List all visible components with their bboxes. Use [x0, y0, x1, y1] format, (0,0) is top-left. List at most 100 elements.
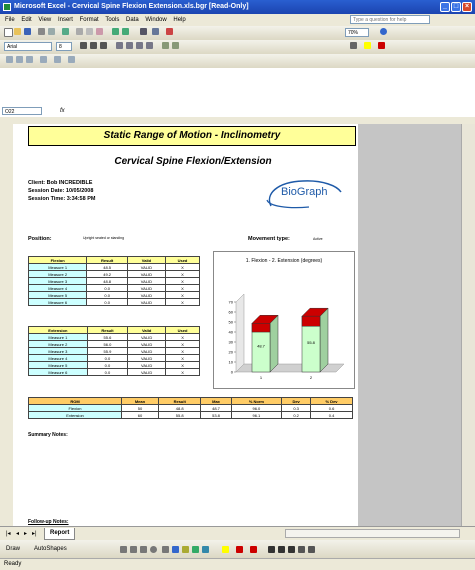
- menu-data[interactable]: Data: [126, 17, 139, 23]
- font-color-icon[interactable]: [378, 42, 385, 49]
- menu-view[interactable]: View: [38, 17, 51, 23]
- rom-chart[interactable]: 1. Flexion - 2. Extension (degrees) 70 60…: [213, 251, 355, 389]
- paste-icon[interactable]: [96, 28, 103, 35]
- y-tick-label: 70: [229, 300, 234, 305]
- table-cell: 0.0: [86, 284, 128, 292]
- prev-sheet-icon[interactable]: ◂: [16, 527, 19, 541]
- horizontal-scrollbar[interactable]: [285, 529, 460, 538]
- cut-icon[interactable]: [76, 28, 83, 35]
- clipart-icon[interactable]: [192, 546, 199, 553]
- table-cell: 50: [121, 404, 159, 412]
- percent-icon[interactable]: [172, 42, 179, 49]
- menu-tools[interactable]: Tools: [105, 17, 119, 23]
- table-header: % Dev: [310, 397, 353, 405]
- table-cell: Measure 1: [28, 333, 88, 341]
- vertical-scrollbar[interactable]: [461, 124, 475, 526]
- table-cell: Measure 4: [28, 354, 88, 362]
- client-name: Client: Bob INCREDIBLE: [28, 180, 93, 186]
- chart-svg: 70 60 50 40 30 20 10 0 48.7 1 55.8 2: [229, 293, 345, 380]
- line-style-icon[interactable]: [268, 546, 275, 553]
- menu-file[interactable]: File: [5, 17, 15, 23]
- first-sheet-icon[interactable]: |◂: [6, 527, 11, 541]
- merge-center-icon[interactable]: [146, 42, 153, 49]
- review-icon-1[interactable]: [6, 56, 13, 63]
- currency-icon[interactable]: [162, 42, 169, 49]
- italic-icon[interactable]: [90, 42, 97, 49]
- table-row: Measure 2 49.2 VALID X: [27, 270, 201, 278]
- sort-icon[interactable]: [152, 28, 159, 35]
- review-icon-2[interactable]: [16, 56, 23, 63]
- table-header: ROM: [28, 397, 122, 405]
- font-box[interactable]: Arial: [4, 42, 52, 51]
- fill-color-icon[interactable]: [364, 42, 371, 49]
- diagram-icon[interactable]: [182, 546, 189, 553]
- font-color-draw-icon[interactable]: [250, 546, 257, 553]
- bold-icon[interactable]: [80, 42, 87, 49]
- align-center-icon[interactable]: [126, 42, 133, 49]
- table-cell: 0.0: [86, 361, 129, 369]
- last-sheet-icon[interactable]: ▸|: [32, 527, 37, 541]
- line-color-draw-icon[interactable]: [236, 546, 243, 553]
- open-icon[interactable]: [14, 28, 21, 35]
- review-icon-5[interactable]: [54, 56, 61, 63]
- wordart-icon[interactable]: [172, 546, 179, 553]
- menu-help[interactable]: Help: [173, 17, 185, 23]
- draw-menu[interactable]: Draw: [6, 540, 20, 558]
- save-icon[interactable]: [24, 28, 31, 35]
- maximize-button[interactable]: □: [451, 2, 461, 12]
- table-cell: 55.8: [157, 411, 202, 419]
- copy-icon[interactable]: [86, 28, 93, 35]
- review-icon-3[interactable]: [26, 56, 33, 63]
- dash-style-icon[interactable]: [278, 546, 285, 553]
- print-icon[interactable]: [38, 28, 45, 35]
- align-right-icon[interactable]: [136, 42, 143, 49]
- redo-icon[interactable]: [122, 28, 129, 35]
- table-row: Measure 3 48.8 VALID X: [27, 277, 201, 285]
- help-icon[interactable]: [380, 28, 387, 35]
- shadow-icon[interactable]: [298, 546, 305, 553]
- menu-edit[interactable]: Edit: [21, 17, 31, 23]
- autoshapes-menu[interactable]: AutoShapes: [34, 540, 67, 558]
- tab-report[interactable]: Report: [44, 528, 76, 540]
- table-header: Used: [164, 256, 201, 264]
- next-sheet-icon[interactable]: ▸: [24, 527, 27, 541]
- underline-icon[interactable]: [100, 42, 107, 49]
- menu-format[interactable]: Format: [80, 17, 99, 23]
- chart-wizard-icon[interactable]: [166, 28, 173, 35]
- table-cell: VALID: [126, 291, 166, 299]
- y-tick-label: 20: [229, 350, 234, 355]
- status-bar: Ready: [0, 558, 475, 570]
- line-icon[interactable]: [120, 546, 127, 553]
- worksheet[interactable]: Static Range of Motion - Inclinometry Ce…: [13, 124, 358, 526]
- picture-icon[interactable]: [202, 546, 209, 553]
- new-icon[interactable]: [4, 28, 13, 37]
- print-preview-icon[interactable]: [48, 28, 55, 35]
- review-icon-4[interactable]: [40, 56, 47, 63]
- rectangle-icon[interactable]: [140, 546, 147, 553]
- zoom-box[interactable]: 70%: [345, 28, 369, 37]
- reviewing-toolbar: [0, 54, 475, 69]
- autosum-icon[interactable]: [140, 28, 147, 35]
- font-size-box[interactable]: 8: [56, 42, 72, 51]
- review-icon-6[interactable]: [68, 56, 75, 63]
- oval-icon[interactable]: [150, 546, 157, 553]
- spelling-icon[interactable]: [62, 28, 69, 35]
- table-header: Valid: [127, 326, 167, 334]
- 3d-icon[interactable]: [308, 546, 315, 553]
- table-header: Result: [86, 326, 129, 334]
- menu-insert[interactable]: Insert: [58, 17, 73, 23]
- help-search-input[interactable]: [350, 15, 430, 24]
- align-left-icon[interactable]: [116, 42, 123, 49]
- arrow-icon[interactable]: [130, 546, 137, 553]
- menu-window[interactable]: Window: [145, 17, 166, 23]
- borders-icon[interactable]: [350, 42, 357, 49]
- fill-color-draw-icon[interactable]: [222, 546, 229, 553]
- extension-table: Extension Result Valid Used Measure 1 55.…: [28, 326, 200, 376]
- minimize-button[interactable]: _: [440, 2, 450, 12]
- undo-icon[interactable]: [112, 28, 119, 35]
- close-button[interactable]: ×: [462, 2, 472, 12]
- name-box[interactable]: O22: [2, 107, 42, 115]
- textbox-icon[interactable]: [162, 546, 169, 553]
- arrow-style-icon[interactable]: [288, 546, 295, 553]
- formula-input[interactable]: [72, 107, 472, 115]
